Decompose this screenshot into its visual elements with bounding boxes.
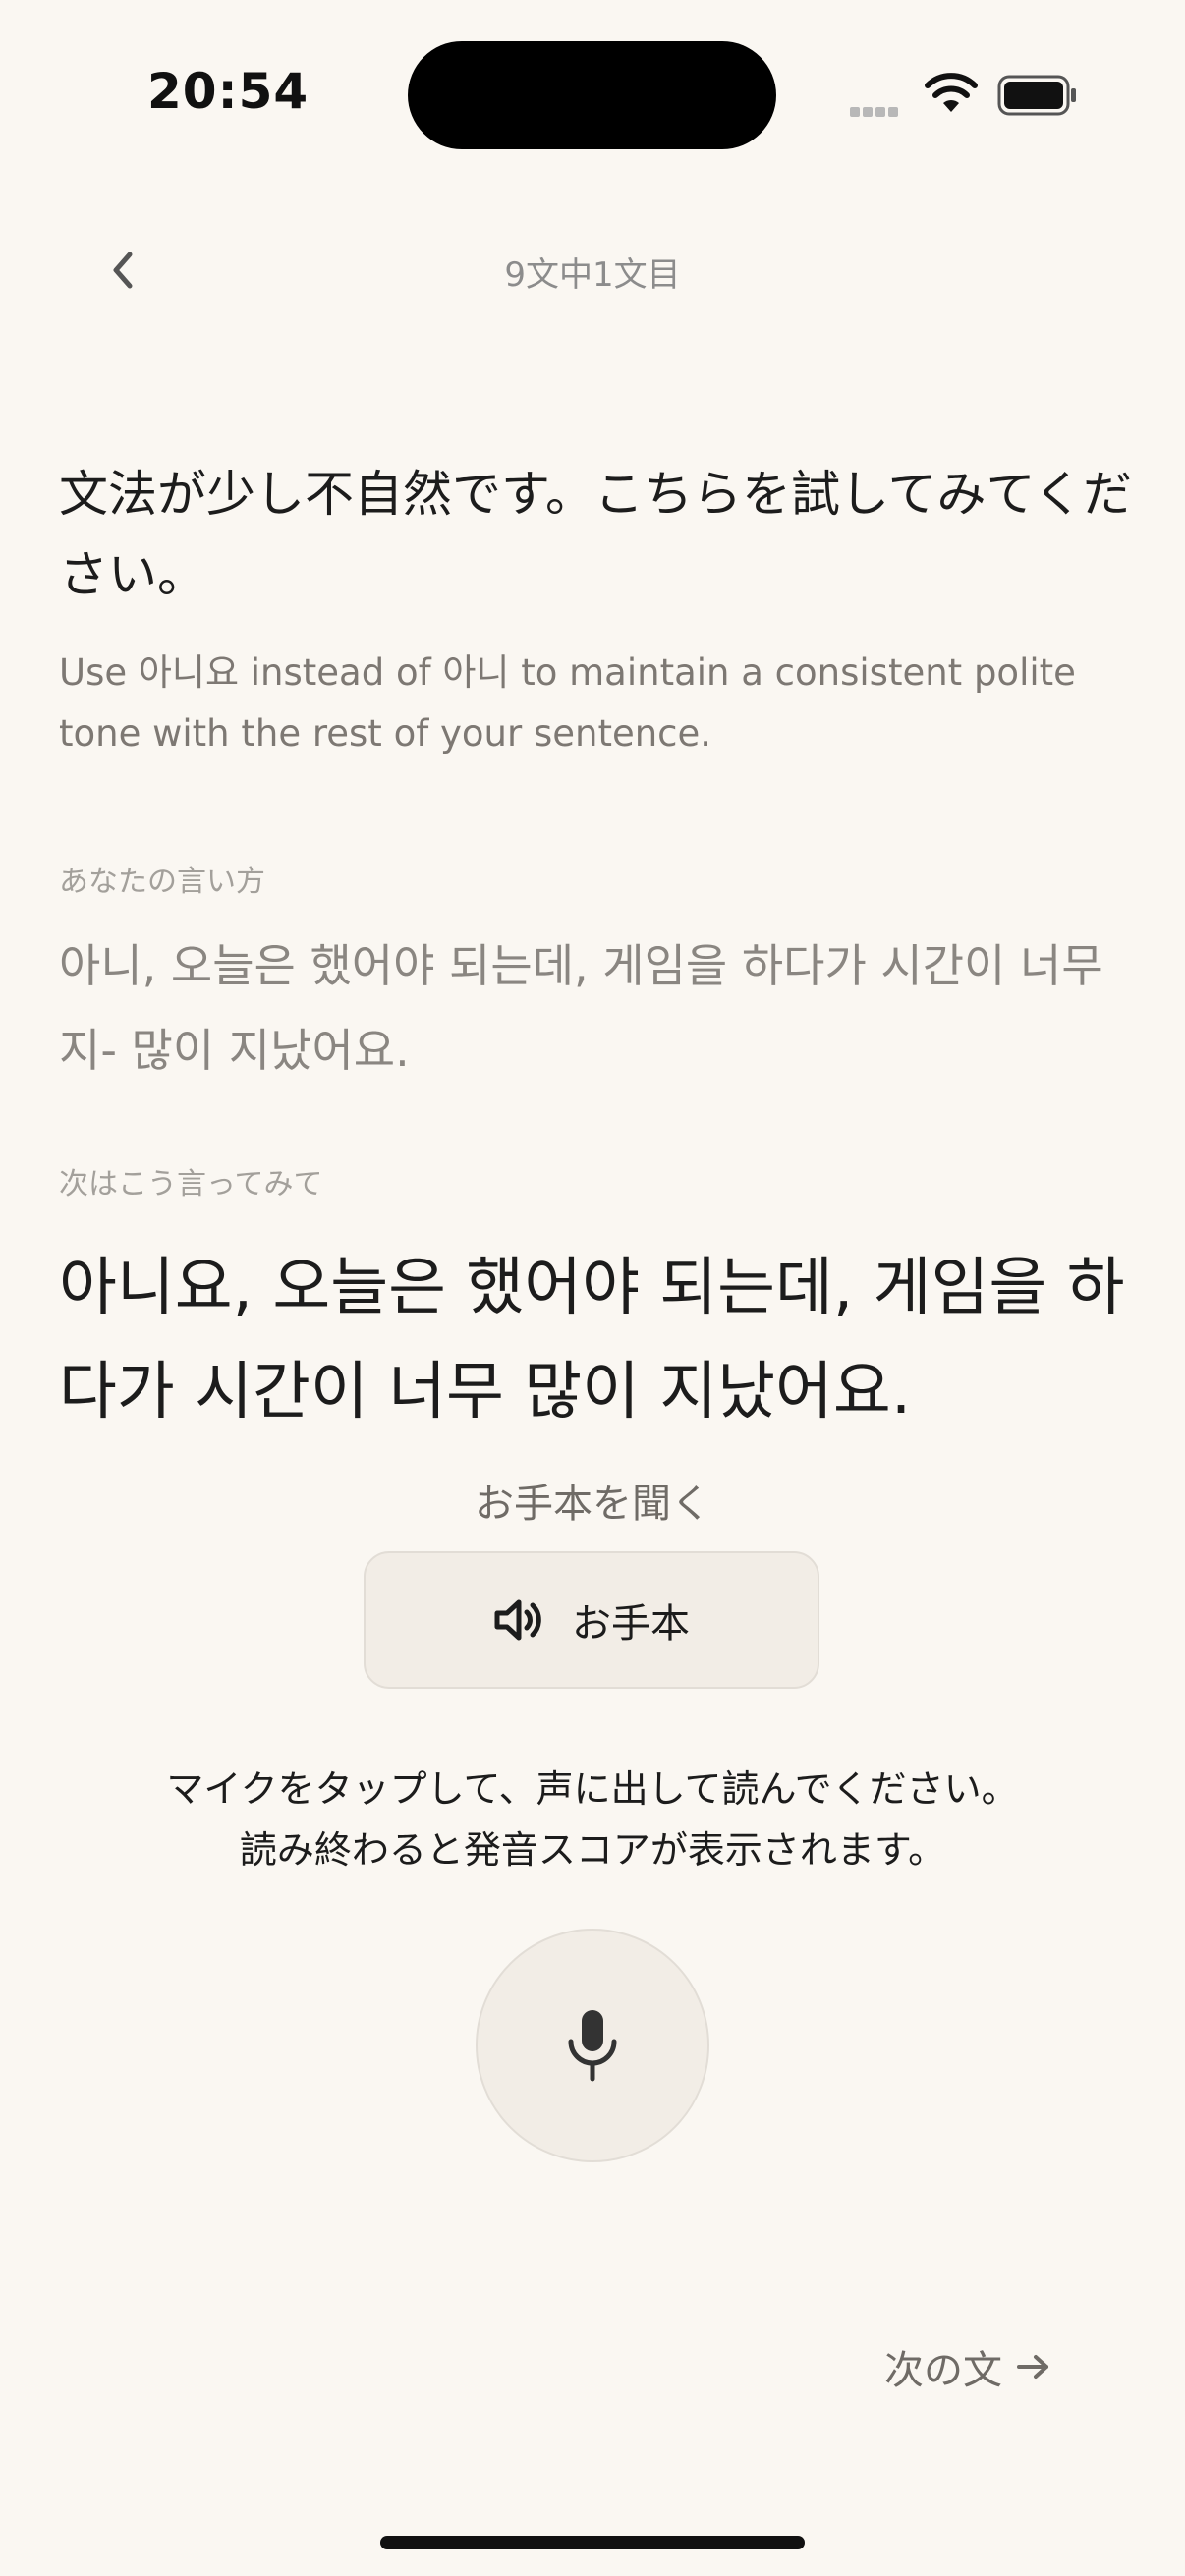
suggestion-label: 次はこう言ってみて — [59, 1167, 323, 1202]
suggested-sentence: 아니요, 오늘은 했어야 되는데, 게임을 하다가 시간이 너무 많이 지났어요… — [59, 1252, 1125, 1428]
dynamic-island — [408, 41, 776, 149]
play-model-button[interactable]: お手本 — [364, 1551, 819, 1689]
next-sentence-label: 次の文 — [884, 2348, 1002, 2393]
your-sentence: 아니, 오늘은 했어야 되는데, 게임을 하다가 시간이 너무 지- 많이 지났… — [59, 939, 1103, 1077]
microphone-icon — [568, 2010, 617, 2082]
listen-label: お手本を聞く — [475, 1482, 710, 1527]
recording-instructions: マイクをタップして、声に出して読んでください。読み終わると発音スコアが表示されま… — [166, 1767, 1019, 1872]
back-button[interactable] — [88, 236, 157, 305]
cellular-signal-icon — [850, 102, 901, 121]
sentence-progress: 9文中1文目 — [504, 255, 681, 295]
your-version-label: あなたの言い方 — [59, 865, 265, 899]
feedback-detail: Use 아니요 instead of 아니 to maintain a cons… — [59, 651, 1076, 755]
wifi-icon — [924, 73, 979, 120]
speaker-icon — [494, 1599, 541, 1641]
feedback-title: 文法が少し不自然です。こちらを試してみてください。 — [59, 466, 1132, 603]
chevron-left-icon — [113, 252, 133, 289]
status-time: 20:54 — [147, 63, 310, 120]
arrow-right-icon — [1017, 2355, 1048, 2379]
battery-icon — [997, 75, 1078, 120]
next-sentence-button[interactable]: 次の文 — [884, 2338, 1100, 2395]
home-indicator[interactable] — [380, 2536, 805, 2549]
play-model-label: お手本 — [572, 1601, 690, 1647]
record-button[interactable] — [476, 1929, 709, 2162]
